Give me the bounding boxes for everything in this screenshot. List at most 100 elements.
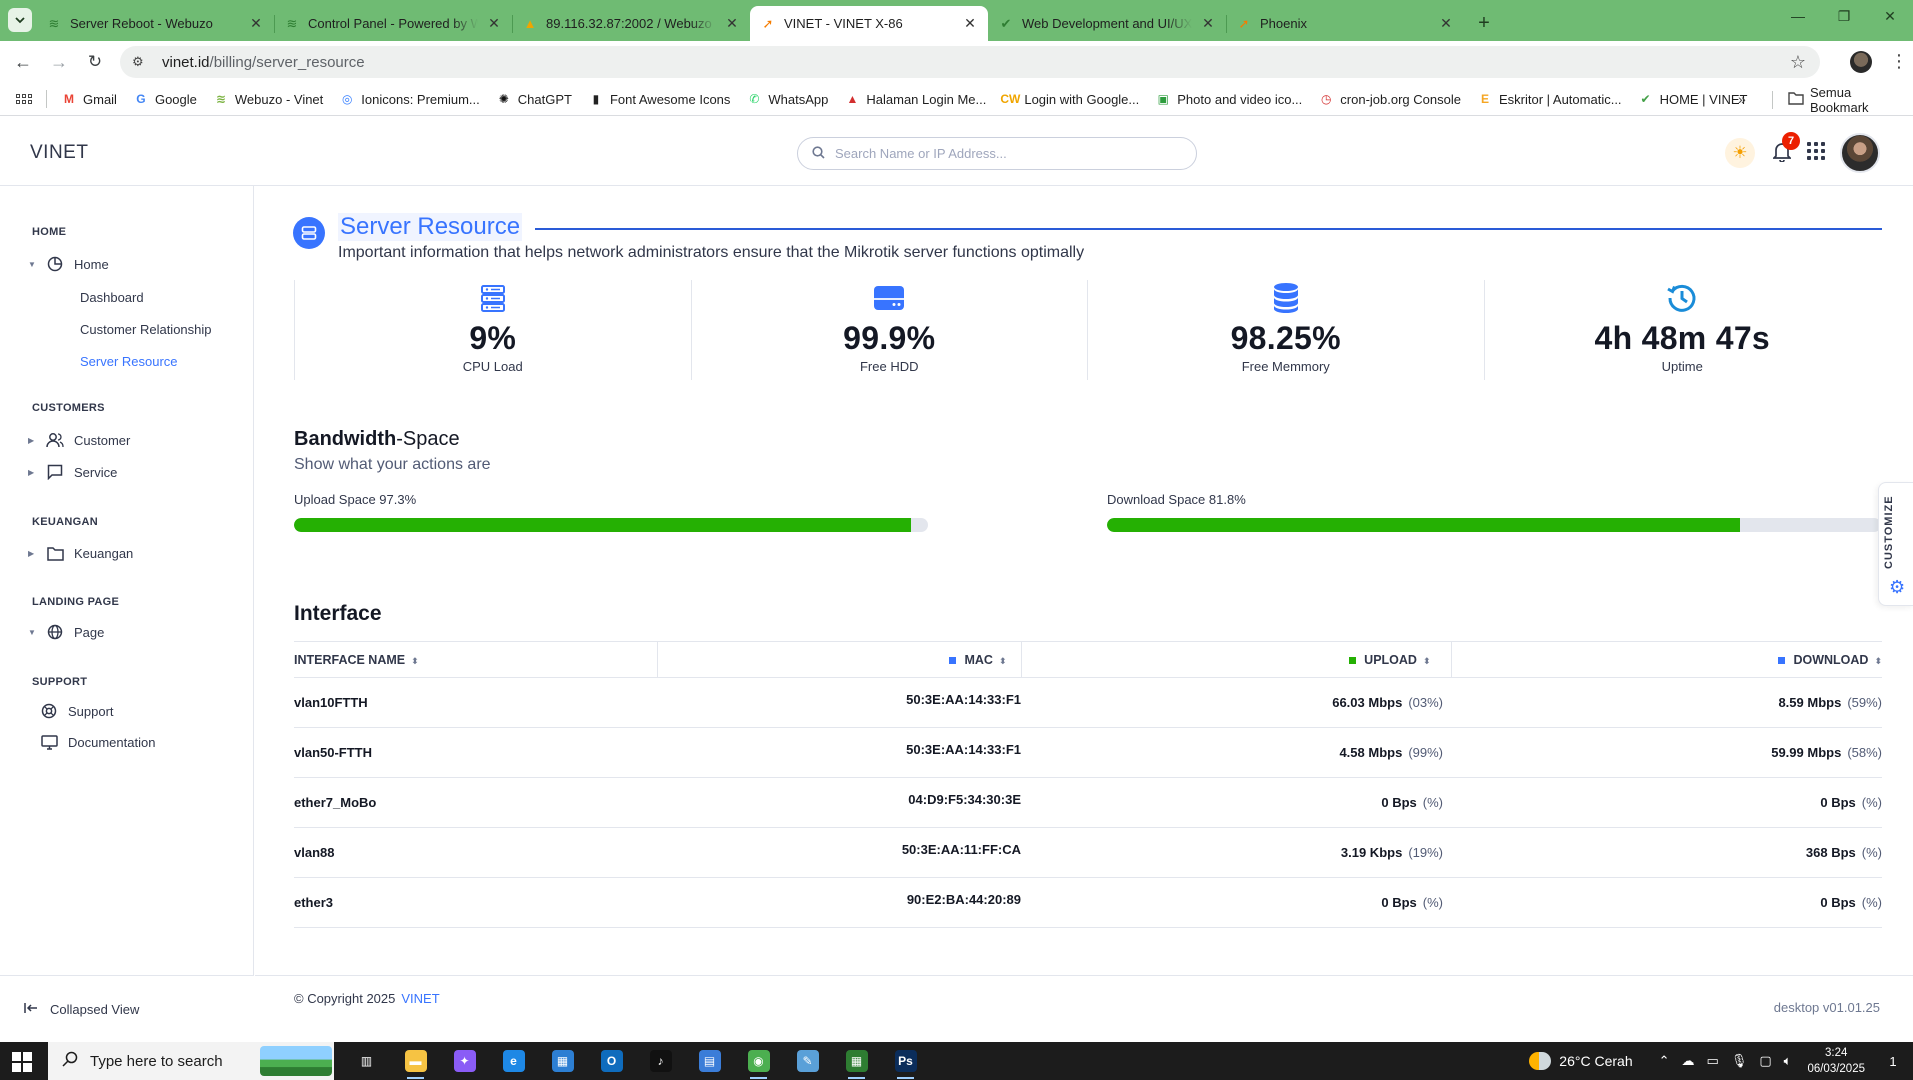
close-window-icon[interactable]: ✕ [1867,0,1913,32]
browser-tab[interactable]: ▲ 89.116.32.87:2002 / Webuzo Site ✕ [512,6,750,41]
bookmark-item[interactable]: ✆ WhatsApp [738,85,836,113]
close-tab-icon[interactable]: ✕ [962,15,978,32]
column-header-interface-name[interactable]: INTERFACE NAME ⬍ [294,641,657,678]
customize-panel-toggle[interactable]: CUSTOMIZE ⚙ [1878,482,1913,606]
theme-toggle-sun-icon[interactable]: ☀ [1725,138,1755,168]
user-avatar[interactable] [1840,133,1880,173]
interface-name[interactable]: ether3 [294,877,657,928]
bookmark-star-icon[interactable]: ☆ [1790,52,1806,73]
sidebar-item-customer[interactable]: ▶ Customer [28,428,130,452]
sidebar-item-page[interactable]: ▼ Page [28,620,104,644]
bookmark-item[interactable]: CW Login with Google... [994,85,1147,113]
collapsed-view-button[interactable]: Collapsed View [0,975,254,1042]
network-icon[interactable]: ▢ [1759,1053,1771,1069]
close-tab-icon[interactable]: ✕ [486,15,502,32]
bookmark-item[interactable]: E Eskritor | Automatic... [1469,85,1630,113]
cloud-icon[interactable]: ☁ [1682,1053,1695,1069]
weather-widget[interactable]: 26°C Cerah [1529,1052,1633,1070]
bookmark-item[interactable]: G Google [125,85,205,113]
forward-icon[interactable]: → [46,49,72,75]
brand-logo[interactable]: VINET [30,142,88,164]
sidebar-item-documentation[interactable]: Documentation [40,730,155,754]
notification-center-icon[interactable]: 1 [1879,1049,1907,1073]
browser-menu-icon[interactable]: ⋮ [1890,51,1908,72]
apps-menu-icon[interactable] [1807,142,1825,160]
bookmark-item[interactable]: ✔ HOME | VINET [1630,85,1756,113]
column-header-mac[interactable]: MAC ⬍ [656,641,1021,678]
speaker-icon[interactable]: 🔈︎ [1784,1053,1792,1069]
sort-icon[interactable]: ⬍ [999,656,1007,666]
sidebar-item-dashboard[interactable]: Dashboard [80,290,144,305]
bookmark-item[interactable]: M Gmail [53,85,125,113]
reload-icon[interactable]: ↻ [82,49,108,75]
column-header-download[interactable]: DOWNLOAD ⬍ [1450,641,1882,678]
profile-avatar[interactable] [1850,51,1872,73]
task-view-taskbar-button[interactable]: ▥ [342,1042,391,1080]
apps-grid-icon[interactable] [16,94,32,104]
search-input[interactable] [835,146,1175,161]
sidebar-item-support[interactable]: Support [40,699,114,723]
taskbar-clock[interactable]: 3:24 06/03/2025 [1807,1045,1865,1077]
sidebar-item-service[interactable]: ▶ Service [28,460,117,484]
site-info-icon[interactable]: ⚙ [132,54,150,70]
browser-tab[interactable]: ≋ Server Reboot - Webuzo ✕ [36,6,274,41]
sidebar-item-keuangan[interactable]: ▶ Keuangan [28,541,133,565]
column-header-upload[interactable]: UPLOAD ⬍ [1020,641,1451,678]
bookmark-label: Eskritor | Automatic... [1498,91,1622,107]
windows-start-icon[interactable] [12,1052,32,1072]
bookmark-label: Photo and video ico... [1177,91,1303,107]
photoshop-taskbar-button[interactable]: Ps [881,1042,930,1080]
outlook-taskbar-button[interactable]: O [587,1042,636,1080]
sidebar: HOME ▼ Home Dashboard Customer Relations… [0,186,254,1042]
browser-tab[interactable]: ≋ Control Panel - Powered by Webuzo ✕ [274,6,512,41]
sort-icon[interactable]: ⬍ [411,656,419,666]
close-tab-icon[interactable]: ✕ [1200,15,1216,32]
battery-icon[interactable]: ▭ [1707,1053,1719,1069]
bookmark-item[interactable]: ✺ ChatGPT [488,85,580,113]
close-tab-icon[interactable]: ✕ [1438,15,1454,32]
interface-name[interactable]: ether7_MoBo [294,777,657,828]
chrome-taskbar-button[interactable]: ◉ [734,1042,783,1080]
new-tab-button[interactable]: + [1470,6,1498,41]
file-explorer-taskbar-button[interactable]: ▬ [391,1042,440,1080]
browser-tab[interactable]: ➚ VINET - VINET X-86 ✕ [750,6,988,41]
interface-name[interactable]: vlan50-FTTH [294,727,657,778]
tab-search-button[interactable] [8,8,32,32]
all-bookmarks-button[interactable]: Semua Bookmark [1788,83,1913,116]
address-bar[interactable]: ⚙ vinet.id/billing/server_resource ☆ [120,46,1820,78]
taskbar-search[interactable]: Type here to search [48,1042,334,1080]
more-bookmarks-icon[interactable]: » [1738,91,1746,107]
bandwidth-title-bold: Bandwidth [294,428,397,450]
gallery-taskbar-button[interactable]: ▤ [685,1042,734,1080]
browser-tab[interactable]: ✔ Web Development and UI/UX de ✕ [988,6,1226,41]
sort-icon[interactable]: ⬍ [1874,656,1882,666]
interface-name[interactable]: vlan88 [294,827,657,878]
sidebar-item-customer-relationship[interactable]: Customer Relationship [80,322,212,337]
microphone-icon[interactable]: 🎙︎ [1731,1053,1748,1069]
tiktok-taskbar-button[interactable]: ♪ [636,1042,685,1080]
interface-name[interactable]: vlan10FTTH [294,677,657,728]
download-cell: 8.59 Mbps (59%) [1451,677,1882,728]
footer-brand-link[interactable]: VINET [401,991,439,1006]
close-tab-icon[interactable]: ✕ [248,15,264,32]
minimize-icon[interactable]: — [1775,0,1821,32]
sheets-taskbar-button[interactable]: ▦ [832,1042,881,1080]
close-tab-icon[interactable]: ✕ [724,15,740,32]
copilot-taskbar-button[interactable]: ✦ [440,1042,489,1080]
restore-icon[interactable]: ❐ [1821,0,1867,32]
store-taskbar-button[interactable]: ▦ [538,1042,587,1080]
sidebar-item-server-resource[interactable]: Server Resource [80,354,178,369]
bookmark-item[interactable]: ≋ Webuzo - Vinet [205,85,331,113]
sidebar-item-home[interactable]: ▼ Home [28,252,109,276]
sort-icon[interactable]: ⬍ [1423,656,1431,666]
bookmark-item[interactable]: ▣ Photo and video ico... [1147,85,1310,113]
chevron-up-icon[interactable]: ⌃ [1659,1053,1670,1069]
back-icon[interactable]: ← [10,49,36,75]
bookmark-item[interactable]: ▲ Halaman Login Me... [836,85,994,113]
edge-taskbar-button[interactable]: e [489,1042,538,1080]
browser-tab[interactable]: ➚ Phoenix ✕ [1226,6,1464,41]
bookmark-item[interactable]: ◷ cron-job.org Console [1310,85,1469,113]
bookmark-item[interactable]: ▮ Font Awesome Icons [580,85,738,113]
bookmark-item[interactable]: ◎ Ionicons: Premium... [331,85,488,113]
notepad-taskbar-button[interactable]: ✎ [783,1042,832,1080]
